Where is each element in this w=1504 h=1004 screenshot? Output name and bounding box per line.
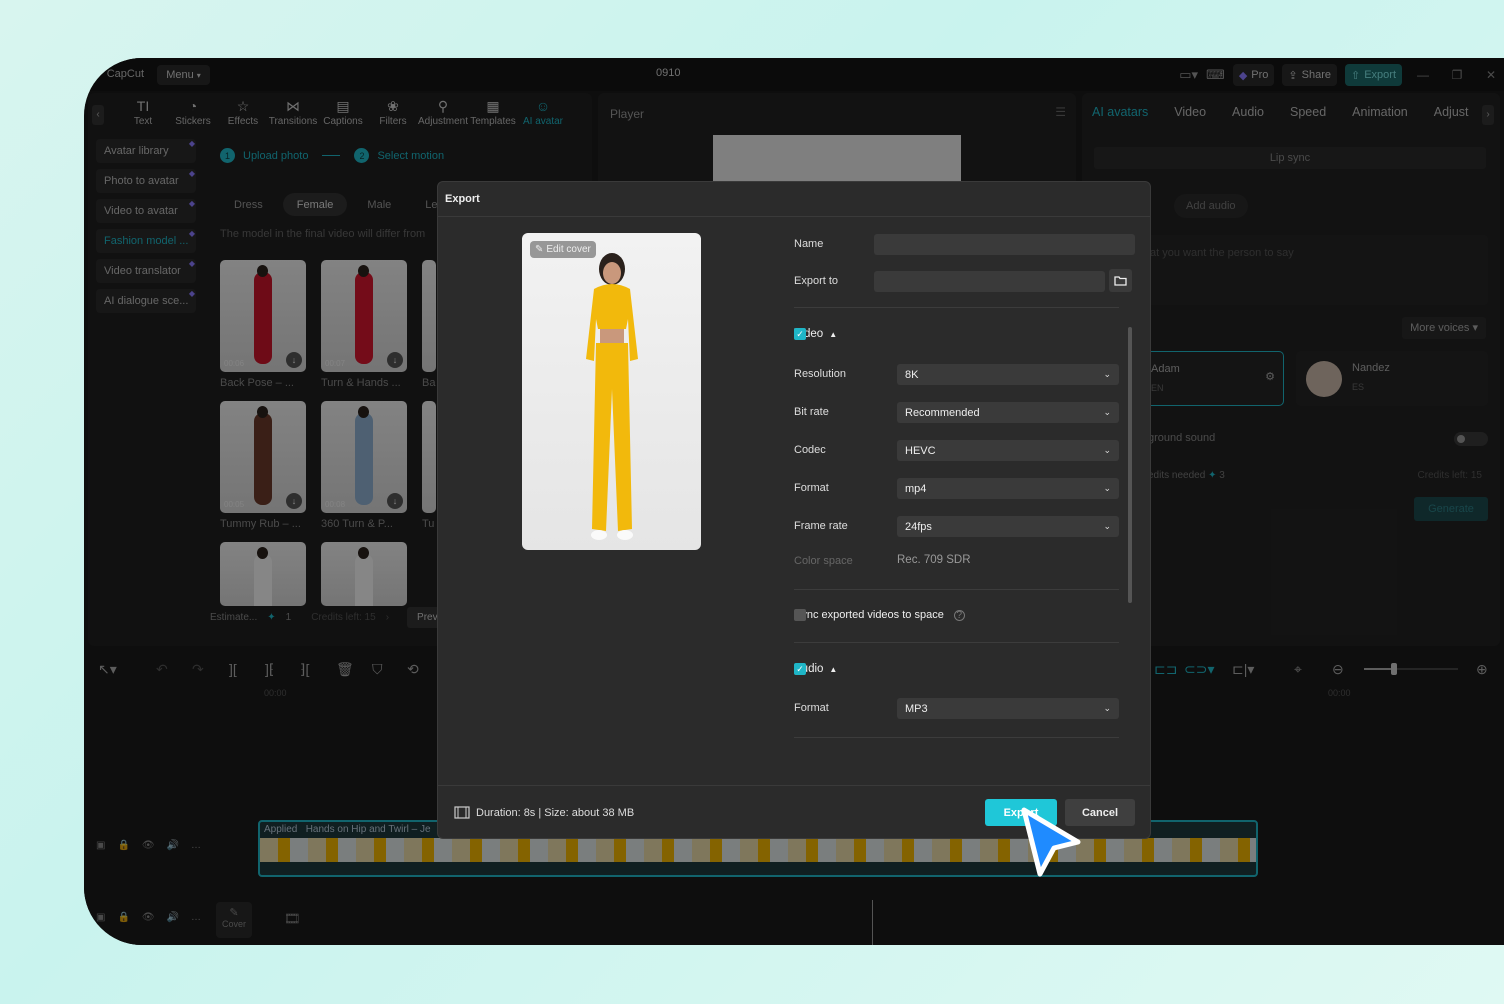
bit-rate-label: Bit rate <box>794 406 829 418</box>
folder-button[interactable] <box>1109 269 1132 292</box>
audio-checkbox[interactable]: ✓ <box>794 663 806 675</box>
cover-preview: ✎ Edit cover <box>522 233 701 550</box>
codec-select[interactable]: HEVC ⌄ <box>897 440 1119 461</box>
frame-rate-select[interactable]: 24fps ⌄ <box>897 516 1119 537</box>
name-input[interactable] <box>874 234 1135 255</box>
audio-section-header[interactable]: ✓ Audio ▲ <box>794 663 837 675</box>
chevron-down-icon: ⌄ <box>1103 445 1111 455</box>
frame-rate-label: Frame rate <box>794 520 848 532</box>
resolution-select[interactable]: 8K ⌄ <box>897 364 1119 385</box>
color-space-label: Color space <box>794 555 853 567</box>
divider <box>794 589 1119 590</box>
resolution-label: Resolution <box>794 368 846 380</box>
info-icon[interactable]: ? <box>953 609 965 621</box>
format-label: Format <box>794 482 829 494</box>
chevron-down-icon: ⌄ <box>1103 407 1111 417</box>
chevron-down-icon: ⌄ <box>1103 521 1111 531</box>
select-value: 24fps <box>905 520 932 533</box>
audio-format-label: Format <box>794 702 829 714</box>
select-value: HEVC <box>905 444 936 457</box>
divider <box>794 642 1119 643</box>
film-icon <box>454 806 470 819</box>
export-to-input[interactable] <box>874 271 1105 292</box>
format-select[interactable]: mp4 ⌄ <box>897 478 1119 499</box>
chevron-up-icon: ▲ <box>829 329 838 339</box>
bit-rate-select[interactable]: Recommended ⌄ <box>897 402 1119 423</box>
edit-icon: ✎ <box>535 244 544 255</box>
divider <box>438 216 1150 217</box>
scrollbar[interactable] <box>1128 327 1132 603</box>
chevron-up-icon: ▲ <box>829 664 838 674</box>
select-value: mp4 <box>905 482 927 495</box>
edit-cover-button[interactable]: ✎ Edit cover <box>530 241 596 258</box>
sync-checkbox[interactable] <box>794 609 806 621</box>
select-value: 8K <box>905 368 919 381</box>
divider <box>794 737 1119 738</box>
duration-info: Duration: 8s | Size: about 38 MB <box>454 806 634 819</box>
name-label: Name <box>794 238 824 250</box>
chevron-down-icon: ⌄ <box>1103 703 1111 713</box>
sync-option[interactable]: Sync exported videos to space ? <box>794 609 965 621</box>
select-value: Recommended <box>905 406 980 419</box>
color-space-value: Rec. 709 SDR <box>897 554 971 566</box>
video-section-header[interactable]: ✓ Video ▲ <box>794 328 837 340</box>
divider <box>438 785 1150 786</box>
audio-format-select[interactable]: MP3 ⌄ <box>897 698 1119 719</box>
chevron-down-icon: ⌄ <box>1103 483 1111 493</box>
folder-icon <box>1114 276 1127 286</box>
mouse-cursor-icon <box>1021 807 1081 877</box>
video-checkbox[interactable]: ✓ <box>794 328 806 340</box>
model-image <box>586 253 638 540</box>
export-to-label: Export to <box>794 275 839 287</box>
dialog-title: Export <box>445 193 480 205</box>
chevron-down-icon: ⌄ <box>1103 369 1111 379</box>
codec-label: Codec <box>794 444 826 456</box>
divider <box>794 307 1119 308</box>
export-dialog: Export ✎ Edit cover Name Export to ✓ Vide… <box>437 181 1151 839</box>
